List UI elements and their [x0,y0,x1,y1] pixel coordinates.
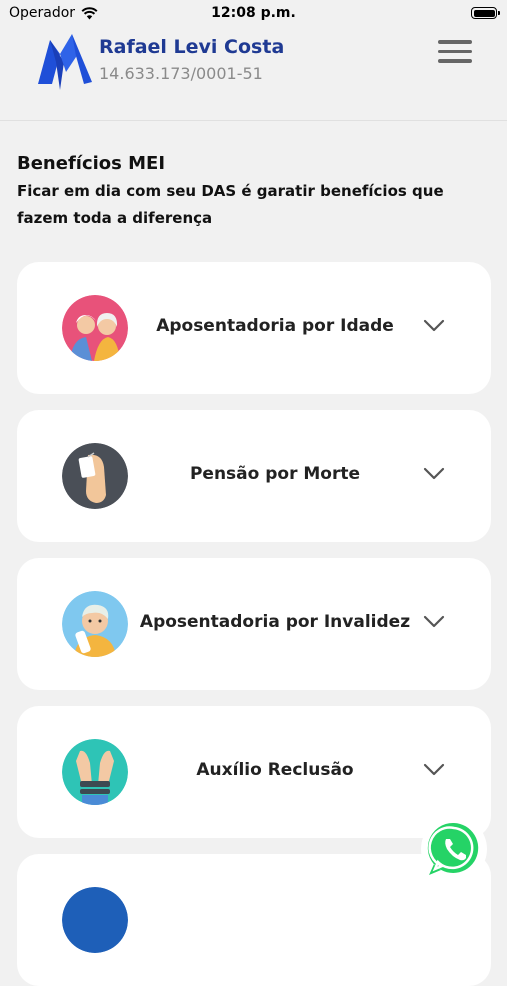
toe-tag-icon [62,443,128,509]
injured-person-icon [62,591,128,657]
elderly-couple-icon [62,295,128,361]
benefit-label: Auxílio Reclusão [196,760,354,780]
whatsapp-icon[interactable] [420,815,488,883]
company-cnpj: 14.633.173/0001-51 [99,64,263,83]
menu-line-icon [438,59,472,63]
benefit-card-pensao-morte[interactable]: Pensão por Morte [17,410,491,542]
chevron-down-icon [423,763,445,776]
chevron-down-icon [423,319,445,332]
benefit-label: Aposentadoria por Idade [156,316,394,336]
section-title: Benefícios MEI [17,153,166,174]
battery-icon [471,7,500,19]
chevron-down-icon [423,615,445,628]
section-subtitle: Ficar em dia com seu DAS é garatir benef… [17,182,444,227]
menu-line-icon [438,40,472,44]
chevron-down-icon [423,467,445,480]
clock: 12:08 p.m. [211,5,296,21]
hamburger-menu-button[interactable] [438,40,472,66]
company-logo-icon [38,34,92,90]
app-header: Rafael Levi Costa 14.633.173/0001-51 [0,28,507,121]
benefit-card-aposentadoria-invalidez[interactable]: Aposentadoria por Invalidez [17,558,491,690]
status-bar: Operador 12:08 p.m. [0,0,507,28]
handcuffed-hands-icon [62,739,128,805]
blue-circle-icon [62,887,128,953]
benefit-label: Pensão por Morte [189,464,361,484]
company-name: Rafael Levi Costa [99,36,285,58]
benefit-label: Aposentadoria por Invalidez [139,612,411,632]
menu-line-icon [438,49,472,53]
benefit-card-aposentadoria-idade[interactable]: Aposentadoria por Idade [17,262,491,394]
